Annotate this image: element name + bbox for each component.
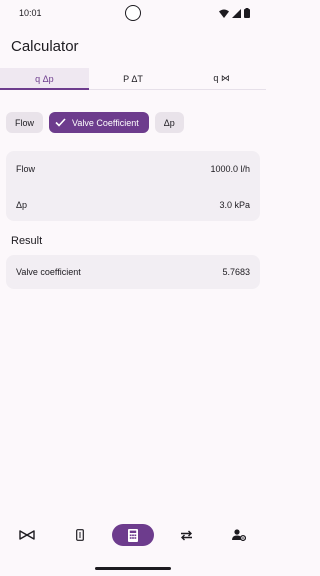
flow-input-row[interactable]: Flow 1000.0 l/h — [6, 161, 260, 177]
nav-user-settings[interactable] — [218, 524, 260, 546]
result-card: Valve coefficient 5.7683 — [6, 255, 260, 289]
signal-icon — [232, 8, 241, 18]
home-indicator[interactable] — [95, 567, 171, 570]
valve-icon — [18, 530, 35, 540]
tab-bar: q Δp P ΔT q ⋈ — [0, 68, 266, 90]
inputs-card: Flow 1000.0 l/h Δp 3.0 kPa — [6, 151, 260, 221]
tab-label: q ⋈ — [213, 73, 230, 83]
flow-value: 1000.0 l/h — [210, 164, 250, 174]
bottom-nav-items — [0, 524, 266, 546]
result-label: Valve coefficient — [16, 267, 81, 277]
chip-label: Valve Coefficient — [72, 117, 139, 128]
pressure-label: Δp — [16, 200, 28, 210]
user-settings-icon — [232, 529, 247, 541]
nav-calculator[interactable] — [111, 524, 154, 546]
result-heading: Result — [11, 235, 43, 247]
check-icon — [55, 118, 66, 127]
nav-swap[interactable] — [165, 524, 207, 546]
result-row: Valve coefficient 5.7683 — [6, 264, 260, 280]
wifi-icon — [219, 9, 229, 18]
flow-label: Flow — [16, 164, 36, 174]
result-value: 5.7683 — [222, 267, 250, 277]
tab-label: q Δp — [35, 73, 54, 84]
chip-pressure-drop[interactable]: Δp — [154, 112, 184, 133]
chip-valve-coefficient[interactable]: Valve Coefficient — [49, 112, 149, 133]
nav-valve[interactable] — [6, 524, 48, 546]
pressure-value: 3.0 kPa — [219, 200, 250, 210]
tab-flow-pressure[interactable]: q Δp — [0, 68, 89, 90]
chip-label: Flow — [15, 117, 35, 128]
page-title: Calculator — [11, 38, 79, 55]
tab-flow-valve[interactable]: q ⋈ — [177, 68, 266, 89]
battery-icon — [244, 8, 250, 18]
status-icons — [219, 8, 250, 18]
chip-label: Δp — [163, 117, 175, 128]
radiator-icon — [75, 529, 84, 541]
pressure-input-row[interactable]: Δp 3.0 kPa — [6, 197, 260, 213]
chip-flow[interactable]: Flow — [6, 112, 44, 133]
nav-radiator[interactable] — [59, 524, 101, 546]
status-time: 10:01 — [19, 8, 42, 18]
tab-label: P ΔT — [123, 73, 143, 84]
calculation-target-chips: Flow Valve Coefficient Δp — [6, 112, 184, 133]
camera-cutout — [125, 5, 141, 21]
calculator-icon — [127, 528, 138, 542]
status-bar: 10:01 — [0, 0, 266, 28]
tab-power-temperature[interactable]: P ΔT — [89, 68, 178, 89]
swap-icon — [180, 530, 192, 540]
